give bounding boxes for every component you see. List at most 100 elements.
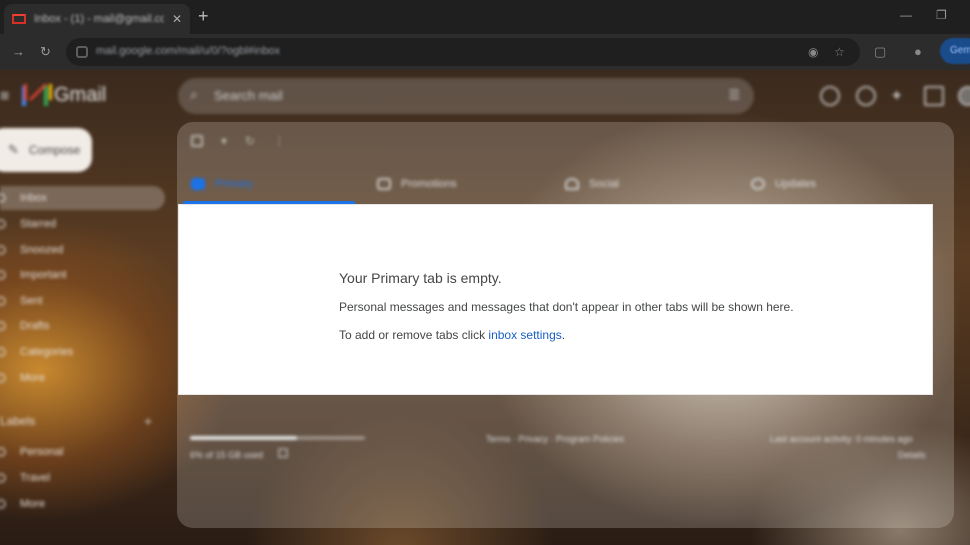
- more-options-icon[interactable]: ⋮: [273, 134, 285, 148]
- maximize-icon[interactable]: ❐: [936, 8, 947, 22]
- inbox-icon: [0, 193, 6, 203]
- empty-state-settings-line: To add or remove tabs click inbox settin…: [339, 328, 565, 342]
- gemini-button[interactable]: Gem: [940, 38, 970, 64]
- settings-line-suffix: .: [561, 328, 566, 342]
- star-icon: [0, 219, 6, 229]
- extension-icon[interactable]: ◉: [808, 45, 818, 59]
- tab-label: Promotions: [401, 178, 457, 190]
- label-icon: [0, 347, 6, 357]
- gmail-wordmark: Gmail: [54, 84, 107, 106]
- sidebar-item-label: More: [20, 372, 46, 384]
- sidebar-item-label: Snoozed: [20, 244, 64, 256]
- select-all-checkbox[interactable]: [191, 135, 203, 147]
- sidebar-item-starred[interactable]: Starred: [0, 212, 165, 236]
- footer-links[interactable]: Terms · Privacy · Program Policies: [486, 434, 624, 444]
- browser-tab-title: Inbox - (1) - mail@gmail.com: [34, 13, 164, 25]
- sidebar-item-label: Starred: [20, 218, 57, 230]
- search-input[interactable]: Search mail: [214, 88, 283, 103]
- compose-label: Compose: [28, 143, 81, 157]
- chevron-down-icon: [0, 499, 6, 509]
- sidebar-item-inbox[interactable]: Inbox: [0, 186, 165, 210]
- chevron-down-icon: [0, 373, 6, 383]
- empty-state-description: Personal messages and messages that don'…: [339, 300, 794, 314]
- tab-label: Primary: [215, 178, 253, 190]
- refresh-icon[interactable]: ↻: [245, 134, 255, 148]
- site-info-icon[interactable]: [76, 46, 88, 58]
- tab-social[interactable]: Social: [565, 164, 619, 204]
- draft-icon: [0, 321, 6, 331]
- forward-icon[interactable]: →: [12, 44, 25, 59]
- inbox-icon: [191, 178, 205, 190]
- empty-state-heading: Your Primary tab is empty.: [339, 270, 502, 286]
- tab-updates[interactable]: Updates: [751, 164, 816, 204]
- search-icon[interactable]: ⌕: [190, 86, 198, 103]
- profile-avatar-icon[interactable]: ●: [914, 44, 922, 59]
- tab-label: Social: [589, 178, 619, 190]
- browser-tab[interactable]: Inbox - (1) - mail@gmail.com ✕: [4, 4, 190, 34]
- sidebar-item-more[interactable]: More: [0, 366, 165, 390]
- sidebar-item-label: Important: [20, 269, 67, 281]
- sidebar-label-more[interactable]: More: [0, 492, 165, 516]
- sidebar-label-travel[interactable]: Travel: [0, 466, 165, 490]
- minimize-icon[interactable]: —: [900, 8, 912, 22]
- inbox-settings-link[interactable]: inbox settings: [488, 328, 561, 342]
- external-link-icon[interactable]: [278, 448, 288, 458]
- tag-icon: [377, 178, 391, 190]
- extensions-puzzle-icon[interactable]: ▢: [874, 44, 886, 60]
- send-icon: [0, 296, 6, 306]
- sidebar-label-personal[interactable]: Personal: [0, 440, 165, 464]
- tab-label: Updates: [775, 178, 816, 190]
- gemini-spark-icon[interactable]: ✦: [890, 86, 910, 106]
- storage-progress-fill: [190, 436, 297, 440]
- browser-tab-bar: Inbox - (1) - mail@gmail.com ✕ + — ❐: [0, 0, 970, 34]
- gmail-favicon-icon: [12, 14, 26, 24]
- gmail-m-icon: [22, 85, 48, 106]
- new-tab-button[interactable]: +: [198, 6, 209, 27]
- main-menu-icon[interactable]: ≡: [0, 88, 9, 106]
- settings-gear-icon[interactable]: [856, 86, 876, 106]
- gmail-logo[interactable]: Gmail: [22, 84, 106, 107]
- address-url: mail.google.com/mail/u/0/?ogbl#inbox: [96, 45, 281, 57]
- label-icon: [0, 473, 6, 483]
- select-dropdown-icon[interactable]: ▾: [221, 134, 227, 148]
- sidebar-item-categories[interactable]: Categories: [0, 340, 165, 364]
- inbox-toolbar: ▾ ↻ ⋮: [191, 134, 285, 148]
- storage-progress-bar: [190, 436, 365, 440]
- pencil-icon: ✎: [8, 142, 19, 157]
- details-link[interactable]: Details: [898, 450, 926, 460]
- sidebar-item-snoozed[interactable]: Snoozed: [0, 238, 165, 262]
- sidebar-item-label: Inbox: [20, 192, 47, 204]
- search-options-icon[interactable]: ☰: [728, 87, 740, 103]
- sidebar-item-label: Travel: [20, 472, 51, 484]
- category-tabs: Primary Promotions Social Updates: [177, 164, 933, 204]
- tab-promotions[interactable]: Promotions: [377, 164, 457, 204]
- add-label-button[interactable]: +: [144, 413, 152, 429]
- people-icon: [565, 178, 579, 190]
- bookmark-star-icon[interactable]: ☆: [834, 45, 845, 59]
- settings-line-prefix: To add or remove tabs click: [339, 328, 489, 342]
- labels-heading: Labels: [0, 414, 36, 428]
- close-tab-icon[interactable]: ✕: [172, 12, 182, 26]
- sidebar-item-label: More: [20, 498, 46, 510]
- label-icon: [0, 447, 6, 457]
- apps-grid-icon[interactable]: [924, 86, 944, 106]
- reload-icon[interactable]: ↻: [40, 44, 51, 60]
- last-activity-text: Last account activity: 0 minutes ago: [770, 434, 913, 444]
- sidebar-item-label: Categories: [20, 346, 74, 358]
- sidebar-item-label: Sent: [20, 295, 43, 307]
- address-bar[interactable]: mail.google.com/mail/u/0/?ogbl#inbox ◉ ☆: [66, 38, 860, 66]
- sidebar-item-label: Personal: [20, 446, 64, 458]
- empty-state-card: Your Primary tab is empty. Personal mess…: [178, 204, 933, 395]
- storage-usage-text: 6% of 15 GB used: [190, 450, 264, 460]
- sidebar-item-drafts[interactable]: Drafts: [0, 314, 165, 338]
- important-icon: [0, 270, 6, 280]
- browser-toolbar: → ↻ mail.google.com/mail/u/0/?ogbl#inbox…: [0, 34, 970, 70]
- info-icon: [751, 178, 765, 190]
- sidebar-item-sent[interactable]: Sent: [0, 289, 165, 313]
- clock-icon: [0, 245, 6, 255]
- sidebar-item-important[interactable]: Important: [0, 263, 165, 287]
- search-bar[interactable]: ⌕ Search mail ☰: [178, 78, 754, 114]
- tab-primary[interactable]: Primary: [191, 164, 253, 204]
- compose-button[interactable]: ✎ Compose: [0, 128, 92, 172]
- support-icon[interactable]: [820, 86, 840, 106]
